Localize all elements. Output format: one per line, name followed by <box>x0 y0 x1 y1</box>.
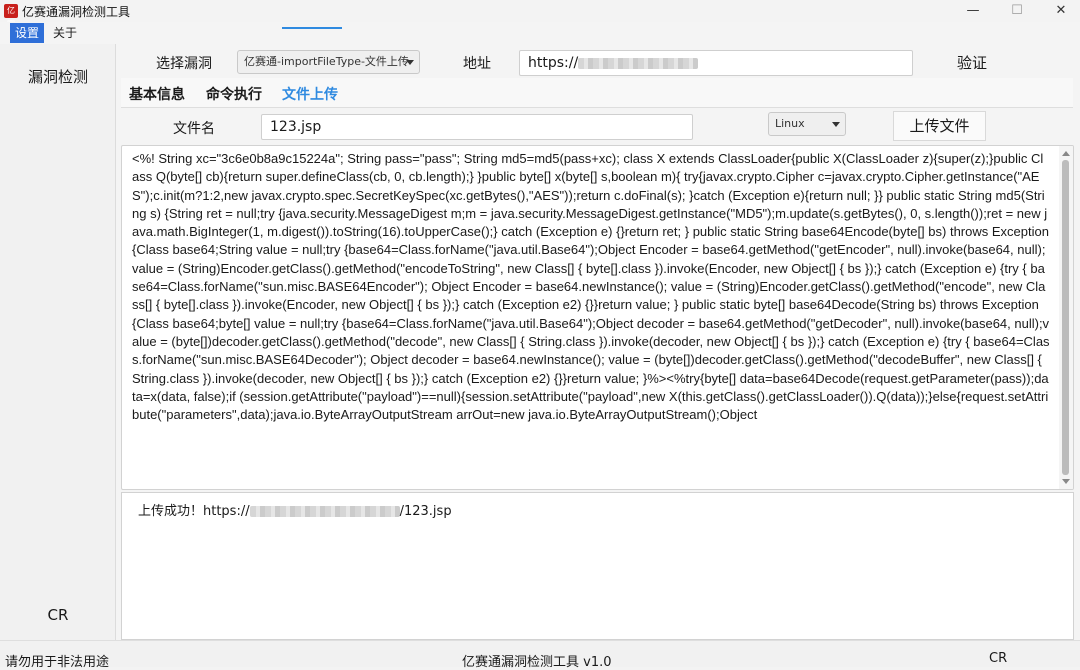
code-scrollbar[interactable] <box>1059 146 1073 489</box>
status-bar: 请勿用于非法用途 亿赛通漏洞检测工具 v1.0 CR <box>0 640 1080 670</box>
window-title: 亿赛通漏洞检测工具 <box>22 5 131 19</box>
title-bar: 亿赛 亿赛通漏洞检测工具 — ☐ ✕ <box>0 0 1080 29</box>
filename-label: 文件名 <box>173 121 215 137</box>
address-label: 地址 <box>463 56 491 72</box>
sidebar-footer-label: CR <box>47 606 69 624</box>
vuln-select-label: 选择漏洞 <box>156 56 212 72</box>
redacted-host <box>578 57 699 69</box>
result-message: 上传成功！https:// /123.jsp <box>138 500 452 519</box>
sidebar-item-vuln-detect[interactable]: 漏洞检测 <box>0 66 116 87</box>
active-tab-indicator <box>282 27 342 29</box>
tab-bar: 基本信息 命令执行 文件上传 <box>121 78 1073 108</box>
result-output[interactable]: 上传成功！https:// /123.jsp <box>121 492 1074 640</box>
filename-input[interactable]: 123.jsp <box>261 114 693 140</box>
chevron-down-icon <box>406 60 414 65</box>
result-suffix: /123.jsp <box>399 504 452 519</box>
maximize-button[interactable]: ☐ <box>1002 2 1032 20</box>
status-version: 亿赛通漏洞检测工具 v1.0 <box>462 655 612 670</box>
tab-file-upload[interactable]: 文件上传 <box>282 84 338 104</box>
payload-code-editor[interactable]: <%! String xc="3c6e0b8a9c15224a"; String… <box>121 145 1074 490</box>
vuln-select-value: 亿赛通-importFileType-文件上传 <box>244 55 409 68</box>
vuln-select[interactable]: 亿赛通-importFileType-文件上传 <box>237 50 420 74</box>
tab-command-exec[interactable]: 命令执行 <box>206 84 262 104</box>
scroll-down-icon[interactable] <box>1062 479 1070 484</box>
app-logo-icon: 亿赛 <box>4 4 18 29</box>
os-select-value: Linux <box>775 117 805 130</box>
close-button[interactable]: ✕ <box>1046 2 1076 20</box>
menu-item-settings[interactable]: 设置 <box>10 23 45 43</box>
scroll-up-icon[interactable] <box>1062 151 1070 156</box>
os-select[interactable]: Linux <box>768 112 846 136</box>
menu-bar: 设置 关于 <box>0 22 1080 44</box>
upload-file-button[interactable]: 上传文件 <box>893 111 986 141</box>
filename-value: 123.jsp <box>270 119 322 135</box>
address-input[interactable]: https:// <box>519 50 913 76</box>
status-warning: 请勿用于非法用途 <box>5 655 110 670</box>
status-author: CR <box>989 651 1008 666</box>
tab-basic-info[interactable]: 基本信息 <box>129 84 185 104</box>
address-value: https:// <box>528 55 579 71</box>
app-window: 亿赛 亿赛通漏洞检测工具 — ☐ ✕ 设置 关于 漏洞检测 CR 选择漏洞 亿赛… <box>0 0 1080 670</box>
scroll-thumb[interactable] <box>1062 160 1069 475</box>
payload-code-text: <%! String xc="3c6e0b8a9c15224a"; String… <box>132 151 1053 423</box>
minimize-button[interactable]: — <box>958 2 988 20</box>
verify-button[interactable]: 验证 <box>940 51 1004 75</box>
result-prefix: 上传成功！https:// <box>138 504 250 519</box>
redacted-host <box>249 506 400 517</box>
menu-item-about[interactable]: 关于 <box>48 23 82 43</box>
sidebar: 漏洞检测 CR <box>0 44 116 640</box>
chevron-down-icon <box>832 122 840 127</box>
